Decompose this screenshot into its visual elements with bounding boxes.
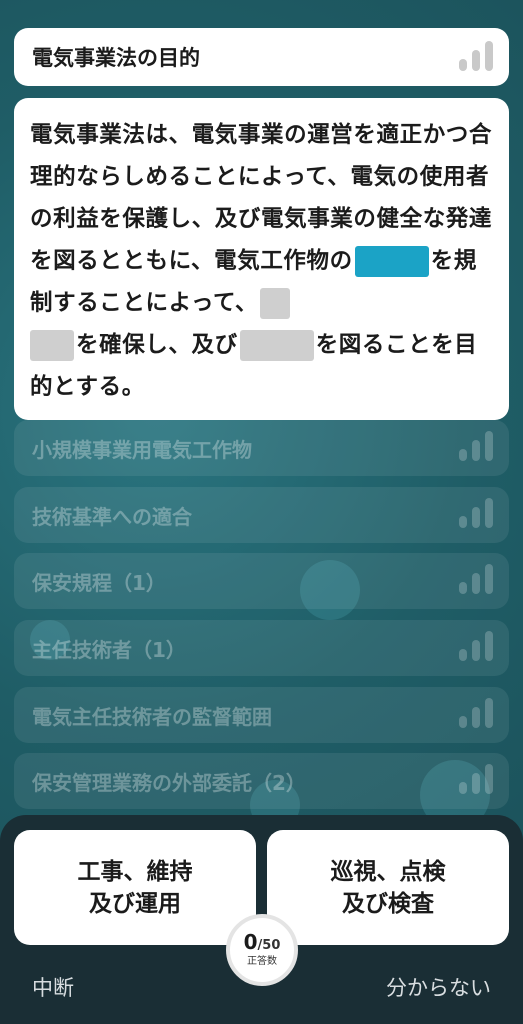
- answer-blank: [30, 330, 74, 361]
- signal-strength-icon: [459, 41, 493, 71]
- answer-option-line: 及び検査: [342, 890, 434, 917]
- score-value: 0/50: [244, 932, 281, 956]
- answer-blank: [260, 288, 291, 319]
- interrupt-button[interactable]: 中断: [32, 972, 74, 1002]
- topic-list-item[interactable]: 保安規程（1）: [14, 553, 509, 609]
- answer-blank-active[interactable]: [354, 246, 429, 277]
- topic-label: 保安規程（1）: [32, 570, 166, 595]
- topic-label: 小規模事業用電気工作物: [32, 437, 252, 462]
- topic-label: 電気主任技術者の監督範囲: [32, 704, 272, 729]
- topic-list-item[interactable]: 小規模事業用電気工作物: [14, 420, 509, 476]
- signal-strength-icon: [459, 698, 493, 728]
- score-caption: 正答数: [247, 956, 277, 967]
- score-current: 0: [243, 930, 258, 954]
- question-segment: を確保し、及び: [76, 332, 238, 358]
- signal-strength-icon: [459, 631, 493, 661]
- question-card: 電気事業法は、電気事業の運営を適正かつ合理的ならしめることによって、電気の使用者…: [14, 98, 509, 420]
- topic-label: 主任技術者（1）: [32, 637, 186, 662]
- score-badge: 0/50 正答数: [226, 914, 298, 986]
- topic-list-item[interactable]: 技術基準への適合: [14, 487, 509, 543]
- page-title: 電気事業法の目的: [32, 46, 200, 70]
- signal-strength-icon: [459, 564, 493, 594]
- topic-list-item[interactable]: 電気主任技術者の監督範囲: [14, 687, 509, 743]
- topic-list-item[interactable]: 主任技術者（1）: [14, 620, 509, 676]
- answer-option-line: 及び運用: [89, 890, 181, 917]
- question-text: 電気事業法は、電気事業の運営を適正かつ合理的ならしめることによって、電気の使用者…: [30, 114, 493, 408]
- answer-blank: [239, 330, 314, 361]
- topic-label: 技術基準への適合: [32, 504, 192, 529]
- topic-label: 保安管理業務の外部委託（2）: [32, 770, 306, 795]
- topic-list-item[interactable]: 保安管理業務の外部委託（2）: [14, 753, 509, 809]
- signal-strength-icon: [459, 498, 493, 528]
- signal-strength-icon: [459, 764, 493, 794]
- answer-option-line: 工事、維持: [77, 858, 193, 885]
- score-total: /50: [257, 938, 281, 953]
- answer-option-line: 巡視、点検: [330, 858, 446, 885]
- answer-option-button[interactable]: 工事、維持 及び運用: [14, 830, 256, 945]
- title-card: 電気事業法の目的: [14, 28, 509, 86]
- answer-option-button[interactable]: 巡視、点検 及び検査: [267, 830, 509, 945]
- dont-know-button[interactable]: 分からない: [386, 972, 491, 1002]
- signal-strength-icon: [459, 431, 493, 461]
